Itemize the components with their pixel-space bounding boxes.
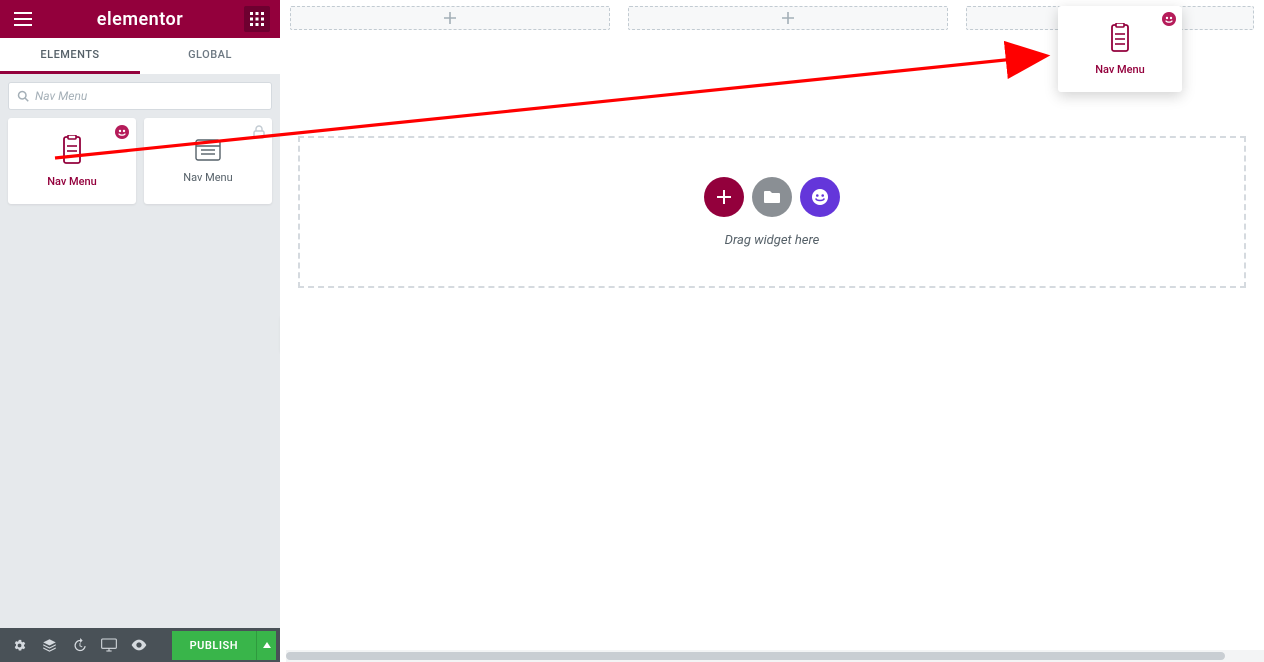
widget-label: Nav Menu <box>1095 63 1145 76</box>
add-column-2[interactable] <box>628 6 948 30</box>
drop-area[interactable]: Drag widget here <box>298 136 1246 288</box>
publish-options-button[interactable] <box>256 631 276 660</box>
plus-icon <box>444 12 456 24</box>
search-input[interactable] <box>35 89 263 103</box>
add-template-button[interactable] <box>752 177 792 217</box>
settings-button[interactable] <box>4 628 34 662</box>
widget-list: Nav Menu Nav Menu <box>0 118 280 204</box>
widget-label: Nav Menu <box>47 175 97 188</box>
drop-area-buttons <box>704 177 840 217</box>
drop-hint-text: Drag widget here <box>725 233 820 248</box>
search-icon <box>17 90 29 102</box>
responsive-button[interactable] <box>94 628 124 662</box>
menu-button[interactable] <box>10 6 36 32</box>
editor-canvas: Drag widget here Nav Menu <box>280 0 1264 662</box>
app-title: elementor <box>97 9 183 30</box>
preview-button[interactable] <box>124 628 154 662</box>
add-column-1[interactable] <box>290 6 610 30</box>
nav-menu-icon <box>58 135 86 165</box>
plus-icon <box>717 190 731 204</box>
search-box[interactable] <box>8 82 272 110</box>
navigator-button[interactable] <box>34 628 64 662</box>
nav-menu-icon <box>1106 23 1134 53</box>
drag-ghost-nav-menu[interactable]: Nav Menu <box>1058 6 1182 92</box>
brand-templates-button[interactable] <box>800 177 840 217</box>
panel-tabs: ELEMENTS GLOBAL <box>0 38 280 74</box>
history-button[interactable] <box>64 628 94 662</box>
lock-icon <box>253 124 265 143</box>
tab-global[interactable]: GLOBAL <box>140 38 280 74</box>
panel-header: elementor <box>0 0 280 38</box>
panel-footer: PUBLISH <box>0 628 280 662</box>
brand-badge-icon <box>1162 11 1176 30</box>
publish-group: PUBLISH <box>172 631 276 660</box>
tab-elements[interactable]: ELEMENTS <box>0 38 140 74</box>
publish-button[interactable]: PUBLISH <box>172 631 256 660</box>
search-wrap <box>0 74 280 118</box>
folder-icon <box>763 190 781 204</box>
horizontal-scrollbar[interactable] <box>286 650 1264 662</box>
nav-menu-icon <box>195 139 221 161</box>
editor-panel: elementor ELEMENTS GLOBAL <box>0 0 280 662</box>
widget-nav-menu-brand[interactable]: Nav Menu <box>8 118 136 204</box>
widget-nav-menu-pro[interactable]: Nav Menu <box>144 118 272 204</box>
widgets-grid-button[interactable] <box>244 6 270 32</box>
brand-badge-icon <box>115 124 129 138</box>
scrollbar-thumb[interactable] <box>286 652 1225 660</box>
widget-label: Nav Menu <box>183 171 232 184</box>
smile-icon <box>811 188 829 206</box>
add-section-button[interactable] <box>704 177 744 217</box>
plus-icon <box>782 12 794 24</box>
